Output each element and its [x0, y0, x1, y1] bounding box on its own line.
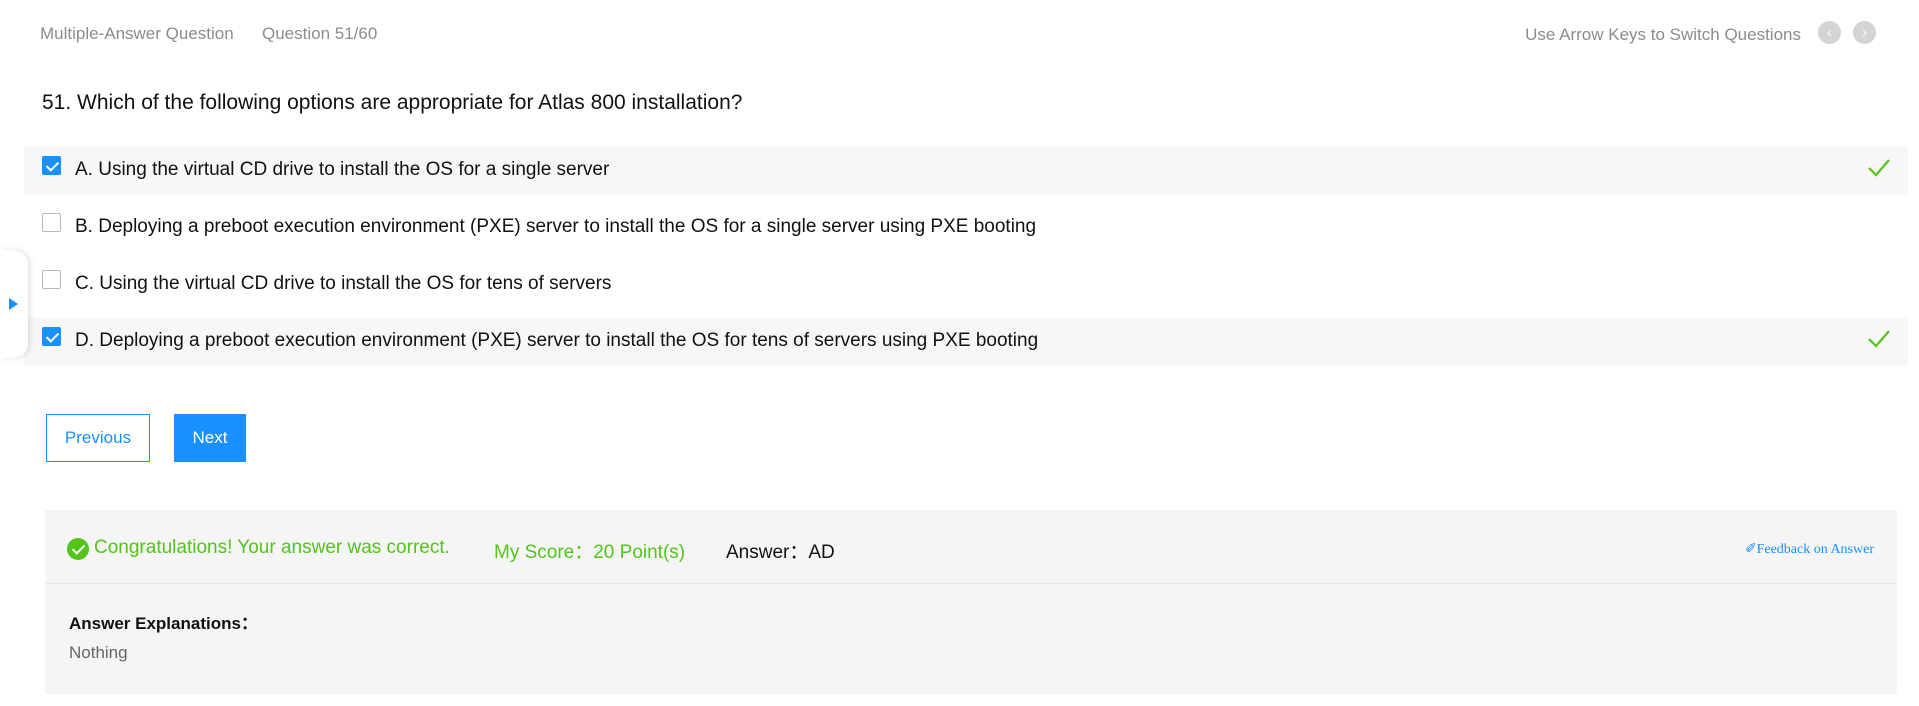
check-icon	[1868, 159, 1890, 177]
chevron-left-icon[interactable]: ‹	[1818, 21, 1841, 44]
question-type-label: Multiple-Answer Question	[40, 24, 234, 43]
option-c[interactable]: C. Using the virtual CD drive to install…	[24, 261, 1908, 309]
next-button[interactable]: Next	[174, 414, 246, 462]
feedback-link[interactable]: ✐Feedback on Answer	[1745, 541, 1874, 558]
question-text: 51. Which of the following options are a…	[42, 91, 743, 114]
checkbox-checked[interactable]	[42, 327, 61, 346]
keyboard-hint: Use Arrow Keys to Switch Questions	[1525, 25, 1801, 44]
previous-button[interactable]: Previous	[46, 414, 150, 462]
score-text: My Score：20 Point(s)	[494, 542, 686, 563]
question-header: Multiple-Answer Question Question 51/60 …	[0, 0, 1919, 68]
correct-answer-text: Answer：AD	[726, 542, 835, 563]
checkbox-unchecked[interactable]	[42, 270, 61, 289]
question-counter: Question 51/60	[262, 24, 378, 43]
option-a[interactable]: A. Using the virtual CD drive to install…	[24, 147, 1908, 195]
option-d[interactable]: D. Deploying a preboot execution environ…	[24, 318, 1908, 366]
option-label[interactable]: C. Using the virtual CD drive to install…	[75, 273, 611, 295]
result-summary: Congratulations! Your answer was correct…	[45, 510, 1897, 584]
check-icon	[1868, 330, 1890, 348]
success-check-icon	[67, 538, 89, 560]
explanation-text: Nothing	[69, 643, 128, 662]
option-label[interactable]: D. Deploying a preboot execution environ…	[75, 330, 1038, 352]
checkbox-unchecked[interactable]	[42, 213, 61, 232]
side-panel-toggle[interactable]	[0, 250, 28, 358]
result-panel: Congratulations! Your answer was correct…	[45, 510, 1897, 694]
explanation-title: Answer Explanations：	[69, 614, 258, 633]
play-arrow-icon	[9, 298, 18, 310]
checkbox-checked[interactable]	[42, 156, 61, 175]
result-message: Congratulations! Your answer was correct…	[94, 537, 450, 558]
option-b[interactable]: B. Deploying a preboot execution environ…	[24, 204, 1908, 252]
chevron-right-icon[interactable]: ›	[1853, 21, 1876, 44]
option-label[interactable]: B. Deploying a preboot execution environ…	[75, 216, 1036, 238]
option-label[interactable]: A. Using the virtual CD drive to install…	[75, 159, 609, 181]
